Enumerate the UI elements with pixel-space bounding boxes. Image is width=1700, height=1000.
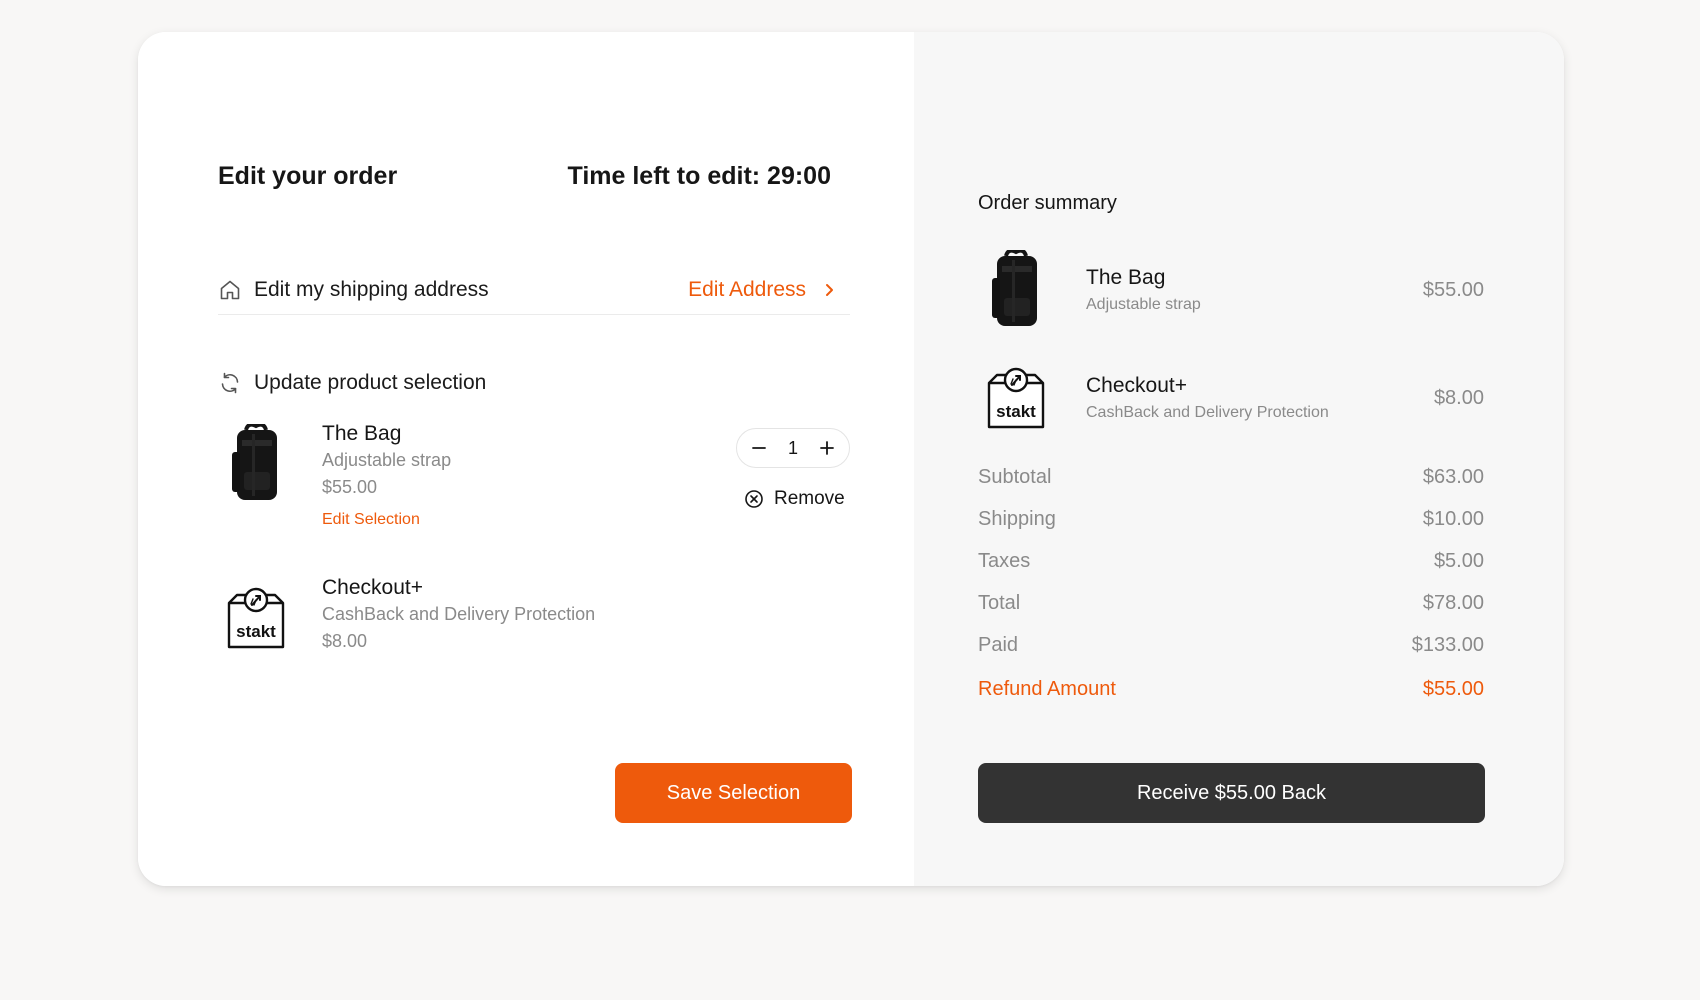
item-name: Checkout+: [1086, 374, 1187, 397]
paid-row: Paid $133.00: [978, 624, 1484, 666]
total-row: Total $78.00: [978, 582, 1484, 624]
row-label: Taxes: [978, 549, 1031, 572]
row-value: $63.00: [1422, 465, 1484, 488]
item-price: $55.00: [1422, 278, 1484, 301]
shipping-address-label: Edit my shipping address: [254, 277, 489, 301]
row-value: $10.00: [1422, 507, 1484, 530]
checkout-plus-info: Checkout+ CashBack and Delivery Protecti…: [322, 576, 595, 660]
row-value: $5.00: [1433, 549, 1484, 572]
edit-selection-link[interactable]: Edit Selection: [322, 511, 451, 529]
edit-order-header: Edit your order Time left to edit: 29:00: [218, 162, 831, 191]
row-label: Paid: [978, 633, 1019, 656]
stakt-logo: stakt: [218, 576, 294, 660]
update-selection-row: Update product selection: [218, 369, 486, 397]
home-icon: [218, 276, 246, 304]
minus-icon: [752, 447, 766, 449]
order-item-checkout-plus: stakt Checkout+ CashBack and Delivery Pr…: [218, 576, 595, 660]
shipping-address-row: Edit my shipping address Edit Address: [218, 265, 850, 315]
item-name: The Bag: [1086, 266, 1166, 289]
summary-item-bag: The Bag Adjustable strap $55.00: [978, 250, 1484, 330]
row-value: $133.00: [1411, 633, 1484, 656]
stakt-logo: stakt: [978, 358, 1054, 438]
item-price: $55.00: [322, 477, 378, 497]
edit-address-label: Edit Address: [688, 277, 806, 301]
close-circle-icon: [744, 489, 764, 509]
edit-order-panel: Edit your order Time left to edit: 29:00…: [138, 32, 914, 886]
edit-order-card: Edit your order Time left to edit: 29:00…: [138, 32, 1564, 886]
row-label: Subtotal: [978, 465, 1052, 488]
shipping-row: Shipping $10.00: [978, 498, 1484, 540]
decrement-button[interactable]: [750, 439, 768, 457]
item-price: $8.00: [322, 631, 368, 651]
order-summary-title: Order summary: [978, 192, 1117, 214]
summary-item-info: The Bag Adjustable strap: [1086, 266, 1201, 314]
plus-icon: [820, 441, 834, 455]
refund-row: Refund Amount $55.00: [978, 668, 1484, 710]
taxes-row: Taxes $5.00: [978, 540, 1484, 582]
item-price: $8.00: [1433, 386, 1484, 409]
svg-text:stakt: stakt: [236, 622, 276, 641]
item-name: The Bag: [322, 422, 402, 445]
refresh-icon: [218, 369, 246, 397]
item-variant: Adjustable strap: [1086, 296, 1201, 313]
bag-thumbnail: [218, 422, 294, 506]
svg-text:stakt: stakt: [996, 402, 1036, 421]
remove-label: Remove: [774, 488, 845, 509]
quantity-stepper: 1: [736, 428, 850, 468]
bag-thumbnail: [978, 250, 1054, 330]
summary-totals: Subtotal $63.00 Shipping $10.00 Taxes $5…: [978, 456, 1484, 710]
item-name: Checkout+: [322, 576, 423, 599]
order-item-bag: The Bag Adjustable strap $55.00 Edit Sel…: [218, 422, 451, 529]
page-title: Edit your order: [218, 162, 398, 190]
summary-item-checkout-plus: stakt Checkout+ CashBack and Delivery Pr…: [978, 358, 1484, 438]
item-variant: Adjustable strap: [322, 450, 452, 470]
chevron-right-icon: [824, 283, 838, 297]
update-selection-label: Update product selection: [254, 371, 487, 394]
receive-refund-button[interactable]: Receive $55.00 Back: [978, 763, 1485, 823]
remove-button[interactable]: Remove: [744, 488, 845, 510]
save-selection-button[interactable]: Save Selection: [615, 763, 852, 823]
subtotal-row: Subtotal $63.00: [978, 456, 1484, 498]
refund-label: Refund Amount: [978, 677, 1116, 700]
row-value: $78.00: [1422, 591, 1484, 614]
row-label: Shipping: [978, 507, 1056, 530]
summary-item-info: Checkout+ CashBack and Delivery Protecti…: [1086, 374, 1329, 422]
edit-timer: Time left to edit: 29:00: [567, 162, 832, 190]
refund-value: $55.00: [1422, 677, 1484, 700]
increment-button[interactable]: [818, 439, 836, 457]
order-summary-panel: Order summary The Bag Adjustable strap $…: [914, 32, 1564, 886]
item-variant: CashBack and Delivery Protection: [322, 604, 596, 624]
bag-info: The Bag Adjustable strap $55.00 Edit Sel…: [322, 422, 451, 529]
edit-address-link[interactable]: Edit Address: [688, 278, 838, 302]
row-label: Total: [978, 591, 1021, 614]
item-variant: CashBack and Delivery Protection: [1086, 404, 1329, 421]
quantity-value: 1: [787, 437, 798, 458]
